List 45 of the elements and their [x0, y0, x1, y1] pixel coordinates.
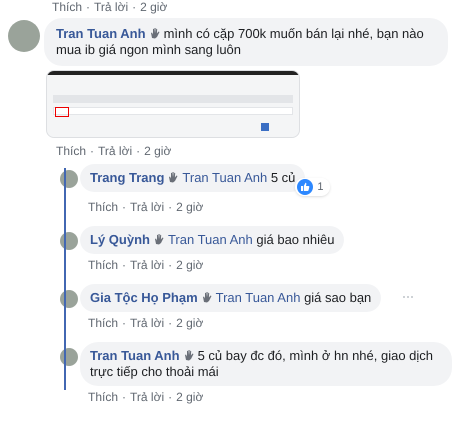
reply-link[interactable]: Trả lời	[94, 0, 128, 14]
separator: ·	[168, 390, 172, 404]
waving-hand-icon	[167, 171, 180, 183]
avatar[interactable]	[8, 20, 40, 52]
reply-link[interactable]: Trả lời	[130, 200, 164, 214]
comment-text: Gia Tộc Họ Phạm Tran Tuan Anh giá sao bạn	[90, 290, 372, 306]
timestamp-link[interactable]: 2 giờ	[144, 144, 172, 158]
like-link[interactable]: Thích	[88, 316, 118, 330]
waving-hand-icon	[152, 233, 165, 245]
separator: ·	[168, 258, 172, 272]
separator: ·	[90, 144, 94, 158]
reply-link[interactable]: Trả lời	[130, 390, 164, 404]
waving-hand-icon	[200, 291, 213, 303]
timestamp-link[interactable]: 2 giờ	[140, 0, 168, 14]
like-link[interactable]: Thích	[88, 258, 118, 272]
separator: ·	[122, 316, 126, 330]
timestamp-link[interactable]: 2 giờ	[176, 390, 204, 404]
separator: ·	[122, 258, 126, 272]
separator: ·	[132, 0, 136, 14]
reply-link[interactable]: Trả lời	[130, 258, 164, 272]
separator: ·	[122, 200, 126, 214]
reaction-number: 1	[317, 180, 324, 195]
reply-link[interactable]: Trả lời	[130, 316, 164, 330]
separator: ·	[168, 200, 172, 214]
comment-text: Trang Trang Tran Tuan Anh 5 củ	[90, 170, 296, 186]
timestamp-link[interactable]: 2 giờ	[176, 258, 204, 272]
comment-text: Tran Tuan Anh mình có cặp 700k muốn bán lại nhé, bạn nào mua ib giá ngon mình sang luôn	[56, 26, 425, 58]
separator: ·	[136, 144, 140, 158]
attached-image-placeholder[interactable]	[46, 70, 300, 138]
reply-link[interactable]: Trả lời	[98, 144, 132, 158]
timestamp-link[interactable]: 2 giờ	[176, 316, 204, 330]
reaction-count[interactable]: 1	[295, 178, 330, 196]
comment-text: Tran Tuan Anh 5 củ bay đc đó, mình ở hn nhé, giao dịch trực tiếp cho thoải mái	[90, 348, 434, 380]
separator: ·	[86, 0, 90, 14]
thumbs-up-icon	[297, 179, 314, 195]
separator: ·	[168, 316, 172, 330]
waving-hand-icon	[182, 349, 195, 361]
separator: ·	[122, 390, 126, 404]
comment-text: Lý Quỳnh Tran Tuan Anh giá bao nhiêu	[90, 232, 334, 248]
like-link[interactable]: Thích	[56, 144, 86, 158]
like-link[interactable]: Thích	[88, 390, 118, 404]
timestamp-link[interactable]: 2 giờ	[176, 200, 204, 214]
like-link[interactable]: Thích	[88, 200, 118, 214]
waving-hand-icon	[148, 27, 161, 39]
like-link[interactable]: Thích	[52, 0, 82, 14]
